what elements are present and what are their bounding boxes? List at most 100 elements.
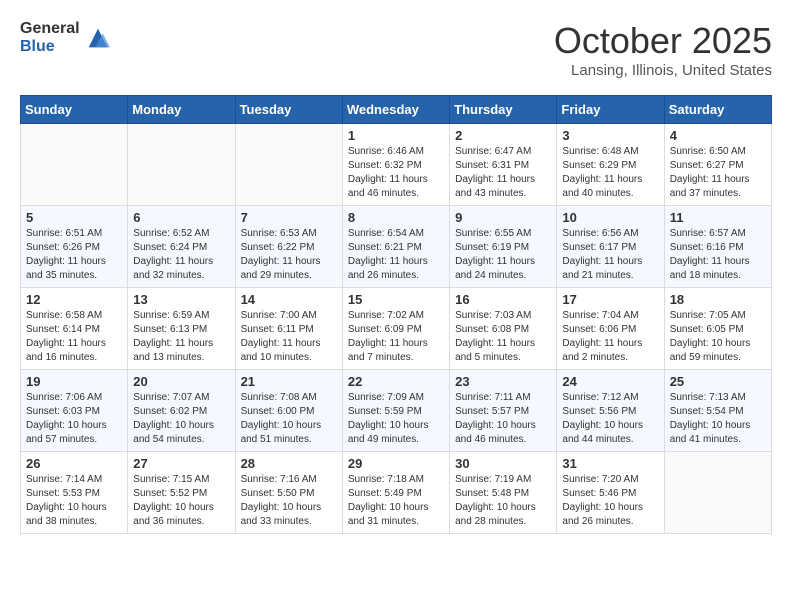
day-info: Sunrise: 6:47 AM Sunset: 6:31 PM Dayligh… bbox=[455, 145, 551, 201]
day-number: 7 bbox=[241, 210, 337, 225]
logo-text: General Blue bbox=[20, 20, 80, 55]
calendar-cell: 8 Sunrise: 6:54 AM Sunset: 6:21 PM Daylig… bbox=[342, 206, 449, 288]
day-number: 19 bbox=[26, 374, 122, 389]
logo-general: General bbox=[20, 20, 80, 38]
calendar-cell: 3 Sunrise: 6:48 AM Sunset: 6:29 PM Daylig… bbox=[557, 124, 664, 206]
calendar-header-saturday: Saturday bbox=[664, 96, 771, 124]
calendar-week-row: 26 Sunrise: 7:14 AM Sunset: 5:53 PM Dayli… bbox=[21, 452, 772, 534]
calendar-week-row: 1Sunrise: 6:46 AM Sunset: 6:32 PM Daylig… bbox=[21, 124, 772, 206]
day-number: 26 bbox=[26, 456, 122, 471]
calendar-header-tuesday: Tuesday bbox=[235, 96, 342, 124]
calendar-cell: 29Sunrise: 7:18 AM Sunset: 5:49 PM Dayli… bbox=[342, 452, 449, 534]
day-info: Sunrise: 6:54 AM Sunset: 6:21 PM Dayligh… bbox=[348, 227, 444, 283]
calendar-week-row: 12 Sunrise: 6:58 AM Sunset: 6:14 PM Dayli… bbox=[21, 288, 772, 370]
day-info: Sunrise: 6:50 AM Sunset: 6:27 PM Dayligh… bbox=[670, 145, 766, 201]
day-number: 24 bbox=[562, 374, 658, 389]
calendar-cell bbox=[21, 124, 128, 206]
calendar-cell: 17 Sunrise: 7:04 AM Sunset: 6:06 PM Dayli… bbox=[557, 288, 664, 370]
day-info: Sunrise: 7:12 AM Sunset: 5:56 PM Dayligh… bbox=[562, 391, 658, 447]
calendar-cell: 13Sunrise: 6:59 AM Sunset: 6:13 PM Dayli… bbox=[128, 288, 235, 370]
day-info: Sunrise: 6:53 AM Sunset: 6:22 PM Dayligh… bbox=[241, 227, 337, 283]
calendar-cell: 7 Sunrise: 6:53 AM Sunset: 6:22 PM Daylig… bbox=[235, 206, 342, 288]
day-info: Sunrise: 7:08 AM Sunset: 6:00 PM Dayligh… bbox=[241, 391, 337, 447]
calendar-cell: 12 Sunrise: 6:58 AM Sunset: 6:14 PM Dayli… bbox=[21, 288, 128, 370]
day-info: Sunrise: 7:03 AM Sunset: 6:08 PM Dayligh… bbox=[455, 309, 551, 365]
calendar-cell: 24 Sunrise: 7:12 AM Sunset: 5:56 PM Dayli… bbox=[557, 370, 664, 452]
calendar-cell: 19 Sunrise: 7:06 AM Sunset: 6:03 PM Dayli… bbox=[21, 370, 128, 452]
day-info: Sunrise: 7:06 AM Sunset: 6:03 PM Dayligh… bbox=[26, 391, 122, 447]
calendar-cell bbox=[128, 124, 235, 206]
day-info: Sunrise: 7:02 AM Sunset: 6:09 PM Dayligh… bbox=[348, 309, 444, 365]
day-info: Sunrise: 7:00 AM Sunset: 6:11 PM Dayligh… bbox=[241, 309, 337, 365]
day-number: 21 bbox=[241, 374, 337, 389]
day-number: 4 bbox=[670, 128, 766, 143]
calendar-cell: 6 Sunrise: 6:52 AM Sunset: 6:24 PM Daylig… bbox=[128, 206, 235, 288]
day-info: Sunrise: 7:09 AM Sunset: 5:59 PM Dayligh… bbox=[348, 391, 444, 447]
day-info: Sunrise: 7:15 AM Sunset: 5:52 PM Dayligh… bbox=[133, 473, 229, 529]
calendar-week-row: 5Sunrise: 6:51 AM Sunset: 6:26 PM Daylig… bbox=[21, 206, 772, 288]
calendar-cell: 4 Sunrise: 6:50 AM Sunset: 6:27 PM Daylig… bbox=[664, 124, 771, 206]
calendar-header-sunday: Sunday bbox=[21, 96, 128, 124]
day-number: 16 bbox=[455, 292, 551, 307]
calendar-cell bbox=[235, 124, 342, 206]
day-number: 2 bbox=[455, 128, 551, 143]
day-info: Sunrise: 6:52 AM Sunset: 6:24 PM Dayligh… bbox=[133, 227, 229, 283]
day-info: Sunrise: 6:55 AM Sunset: 6:19 PM Dayligh… bbox=[455, 227, 551, 283]
calendar-cell: 2 Sunrise: 6:47 AM Sunset: 6:31 PM Daylig… bbox=[450, 124, 557, 206]
page-header: General Blue October 2025 Lansing, Illin… bbox=[20, 20, 772, 79]
day-number: 8 bbox=[348, 210, 444, 225]
day-info: Sunrise: 6:51 AM Sunset: 6:26 PM Dayligh… bbox=[26, 227, 122, 283]
calendar-cell: 5Sunrise: 6:51 AM Sunset: 6:26 PM Daylig… bbox=[21, 206, 128, 288]
day-number: 14 bbox=[241, 292, 337, 307]
day-number: 17 bbox=[562, 292, 658, 307]
day-number: 15 bbox=[348, 292, 444, 307]
day-info: Sunrise: 6:56 AM Sunset: 6:17 PM Dayligh… bbox=[562, 227, 658, 283]
day-number: 27 bbox=[133, 456, 229, 471]
day-number: 23 bbox=[455, 374, 551, 389]
calendar-cell: 30 Sunrise: 7:19 AM Sunset: 5:48 PM Dayli… bbox=[450, 452, 557, 534]
calendar-cell: 14 Sunrise: 7:00 AM Sunset: 6:11 PM Dayli… bbox=[235, 288, 342, 370]
day-info: Sunrise: 6:57 AM Sunset: 6:16 PM Dayligh… bbox=[670, 227, 766, 283]
logo-blue: Blue bbox=[20, 38, 80, 56]
calendar-table: SundayMondayTuesdayWednesdayThursdayFrid… bbox=[20, 95, 772, 534]
calendar-cell: 18Sunrise: 7:05 AM Sunset: 6:05 PM Dayli… bbox=[664, 288, 771, 370]
calendar-cell: 26 Sunrise: 7:14 AM Sunset: 5:53 PM Dayli… bbox=[21, 452, 128, 534]
day-number: 18 bbox=[670, 292, 766, 307]
day-info: Sunrise: 7:16 AM Sunset: 5:50 PM Dayligh… bbox=[241, 473, 337, 529]
calendar-cell: 25 Sunrise: 7:13 AM Sunset: 5:54 PM Dayli… bbox=[664, 370, 771, 452]
day-info: Sunrise: 6:58 AM Sunset: 6:14 PM Dayligh… bbox=[26, 309, 122, 365]
calendar-cell: 9 Sunrise: 6:55 AM Sunset: 6:19 PM Daylig… bbox=[450, 206, 557, 288]
calendar-cell: 22 Sunrise: 7:09 AM Sunset: 5:59 PM Dayli… bbox=[342, 370, 449, 452]
calendar-cell: 16 Sunrise: 7:03 AM Sunset: 6:08 PM Dayli… bbox=[450, 288, 557, 370]
title-section: October 2025 Lansing, Illinois, United S… bbox=[554, 20, 772, 79]
day-number: 22 bbox=[348, 374, 444, 389]
day-info: Sunrise: 7:13 AM Sunset: 5:54 PM Dayligh… bbox=[670, 391, 766, 447]
month-title: October 2025 bbox=[554, 20, 772, 62]
day-info: Sunrise: 7:07 AM Sunset: 6:02 PM Dayligh… bbox=[133, 391, 229, 447]
calendar-cell: 27 Sunrise: 7:15 AM Sunset: 5:52 PM Dayli… bbox=[128, 452, 235, 534]
calendar-cell: 10 Sunrise: 6:56 AM Sunset: 6:17 PM Dayli… bbox=[557, 206, 664, 288]
day-info: Sunrise: 6:48 AM Sunset: 6:29 PM Dayligh… bbox=[562, 145, 658, 201]
day-number: 30 bbox=[455, 456, 551, 471]
calendar-cell: 28Sunrise: 7:16 AM Sunset: 5:50 PM Dayli… bbox=[235, 452, 342, 534]
day-number: 25 bbox=[670, 374, 766, 389]
day-info: Sunrise: 7:04 AM Sunset: 6:06 PM Dayligh… bbox=[562, 309, 658, 365]
day-number: 1 bbox=[348, 128, 444, 143]
day-info: Sunrise: 7:18 AM Sunset: 5:49 PM Dayligh… bbox=[348, 473, 444, 529]
day-number: 10 bbox=[562, 210, 658, 225]
day-number: 12 bbox=[26, 292, 122, 307]
location: Lansing, Illinois, United States bbox=[554, 62, 772, 79]
calendar-cell: 21 Sunrise: 7:08 AM Sunset: 6:00 PM Dayli… bbox=[235, 370, 342, 452]
calendar-header-wednesday: Wednesday bbox=[342, 96, 449, 124]
day-number: 6 bbox=[133, 210, 229, 225]
day-number: 11 bbox=[670, 210, 766, 225]
day-info: Sunrise: 7:11 AM Sunset: 5:57 PM Dayligh… bbox=[455, 391, 551, 447]
calendar-cell: 15 Sunrise: 7:02 AM Sunset: 6:09 PM Dayli… bbox=[342, 288, 449, 370]
day-number: 9 bbox=[455, 210, 551, 225]
day-info: Sunrise: 7:14 AM Sunset: 5:53 PM Dayligh… bbox=[26, 473, 122, 529]
day-number: 3 bbox=[562, 128, 658, 143]
logo-icon bbox=[84, 24, 112, 52]
day-info: Sunrise: 7:20 AM Sunset: 5:46 PM Dayligh… bbox=[562, 473, 658, 529]
day-number: 20 bbox=[133, 374, 229, 389]
day-info: Sunrise: 7:19 AM Sunset: 5:48 PM Dayligh… bbox=[455, 473, 551, 529]
